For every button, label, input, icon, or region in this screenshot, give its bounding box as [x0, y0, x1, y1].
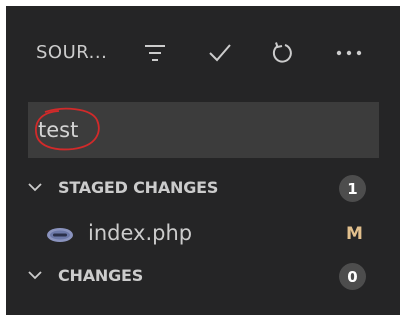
- panel-header: SOUR...: [6, 6, 400, 96]
- staged-changes-label: STAGED CHANGES: [58, 178, 219, 197]
- file-status-modified: M: [346, 224, 363, 244]
- changes-header[interactable]: CHANGES 0: [6, 260, 400, 294]
- chevron-down-icon: [28, 183, 42, 192]
- more-actions-button[interactable]: [332, 36, 366, 70]
- staged-count-badge: 1: [339, 175, 366, 202]
- file-name: index.php: [88, 221, 193, 245]
- chevron-down-icon: [28, 271, 42, 280]
- staged-changes-header[interactable]: STAGED CHANGES 1: [6, 172, 400, 206]
- panel-title: SOUR...: [36, 42, 108, 63]
- filter-icon: [145, 45, 165, 61]
- commit-message-box: [28, 102, 379, 158]
- changes-count-badge: 0: [339, 263, 366, 290]
- more-icon: [336, 50, 362, 56]
- filter-button[interactable]: [138, 36, 172, 70]
- check-icon: [209, 44, 231, 62]
- php-file-icon: [47, 228, 73, 242]
- commit-button[interactable]: [203, 36, 237, 70]
- refresh-icon: [272, 42, 292, 63]
- refresh-button[interactable]: [266, 36, 300, 70]
- commit-message-input[interactable]: [38, 102, 368, 158]
- staged-file-item[interactable]: index.php M: [6, 218, 400, 254]
- source-control-panel: SOUR... test STAGED CHANGES 1 index.php …: [6, 6, 400, 315]
- changes-label: CHANGES: [58, 266, 144, 285]
